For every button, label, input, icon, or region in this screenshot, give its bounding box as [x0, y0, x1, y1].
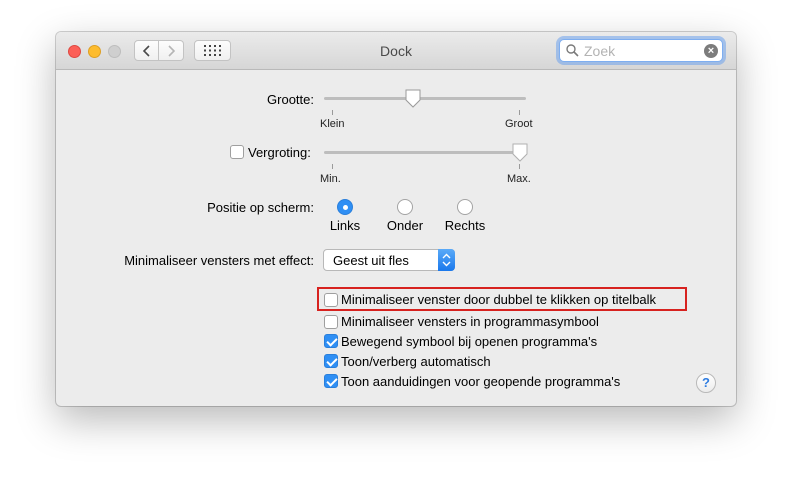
position-left-label: Links [329, 218, 361, 233]
option-checkbox-show-indicators[interactable] [324, 374, 338, 388]
option-checkbox-minimize-into-icon[interactable] [324, 315, 338, 329]
option-checkbox-animate-opening[interactable] [324, 334, 338, 348]
magnification-slider-track[interactable] [324, 151, 526, 154]
option-label-double-click-minimize: Minimaliseer venster door dubbel te klik… [341, 292, 657, 307]
position-label: Positie op scherm: [207, 200, 314, 215]
position-bottom-radio[interactable] [397, 199, 413, 215]
option-label-show-indicators: Toon aanduidingen voor geopende programm… [341, 374, 621, 389]
position-right-label: Rechts [444, 218, 486, 233]
magnification-max-tick [519, 164, 520, 169]
title-bar: Dock Zoek × [56, 32, 736, 70]
size-slider-knob[interactable] [404, 89, 422, 109]
magnification-label: Vergroting: [248, 145, 311, 160]
search-field[interactable]: Zoek × [559, 39, 723, 62]
minimize-effect-popup[interactable]: Geest uit fles [323, 249, 455, 271]
size-slider-track[interactable] [324, 97, 526, 100]
search-icon [566, 44, 579, 57]
popup-arrows-icon [438, 249, 455, 271]
size-max-label: Groot [505, 118, 533, 130]
magnification-min-tick [332, 164, 333, 169]
size-min-label: Klein [320, 118, 345, 130]
magnification-max-label: Max. [507, 173, 531, 185]
position-right-radio[interactable] [457, 199, 473, 215]
magnification-min-label: Min. [320, 173, 341, 185]
option-label-animate-opening: Bewegend symbool bij openen programma's [341, 334, 598, 349]
help-button[interactable]: ? [696, 373, 716, 393]
option-label-minimize-into-icon: Minimaliseer vensters in programmasymboo… [341, 314, 599, 329]
option-checkbox-autohide[interactable] [324, 354, 338, 368]
size-max-tick [519, 110, 520, 115]
dock-preferences-window: Dock Zoek × Grootte: Klein Groot Vergrot… [56, 32, 736, 406]
search-placeholder: Zoek [584, 43, 616, 59]
minimize-effect-value: Geest uit fles [333, 253, 409, 268]
option-label-autohide: Toon/verberg automatisch [341, 354, 491, 369]
magnification-checkbox[interactable] [230, 145, 244, 159]
option-checkbox-double-click-minimize[interactable] [324, 293, 338, 307]
magnification-slider-knob[interactable] [511, 143, 529, 163]
position-bottom-label: Onder [386, 218, 424, 233]
size-label: Grootte: [267, 92, 314, 107]
minimize-effect-label: Minimaliseer vensters met effect: [124, 253, 314, 268]
clear-search-icon[interactable]: × [704, 44, 718, 58]
position-left-radio[interactable] [337, 199, 353, 215]
size-min-tick [332, 110, 333, 115]
